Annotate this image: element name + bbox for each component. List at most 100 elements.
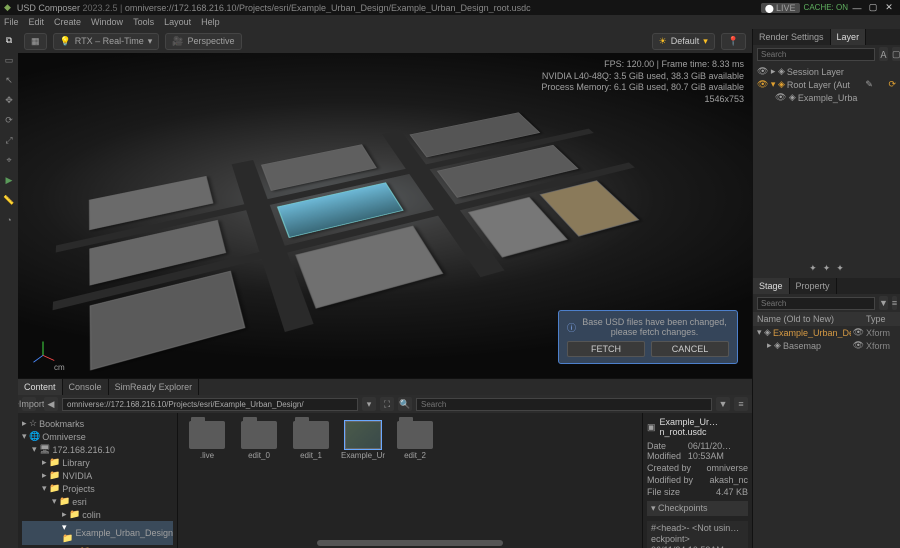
title-bar: ◆ USD Composer 2023.2.5 | omniverse://17… [0, 0, 900, 15]
tab-render-settings[interactable]: Render Settings [753, 29, 831, 45]
menu-file[interactable]: File [4, 17, 19, 27]
browser-filter-button[interactable]: ▼ [716, 397, 730, 411]
tree-omniverse[interactable]: ▾ 🌐 Omniverse [22, 430, 173, 443]
viewport-toolbar: ▦ 💡 RTX – Real-Time ▾ 🎥 Perspective ☀ De… [18, 29, 752, 53]
fetch-toast: ⓘBase USD files have been changed, pleas… [558, 310, 738, 364]
thumb-usd-root[interactable]: Example_Urban_….usdc [342, 421, 384, 461]
tab-console[interactable]: Console [63, 379, 109, 395]
tab-content[interactable]: Content [18, 379, 63, 395]
thumb-scrollbar[interactable] [317, 540, 503, 546]
tool-play[interactable]: ▶ [2, 173, 16, 187]
stage-search-input[interactable] [757, 297, 875, 310]
info-icon: ⓘ [567, 321, 576, 334]
tab-property[interactable]: Property [790, 278, 837, 294]
details-filename: Example_Ur…n_root.usdc [660, 417, 748, 437]
reload-icon[interactable]: ⟳ [888, 79, 896, 90]
menu-edit[interactable]: Edit [29, 17, 45, 27]
layer-session[interactable]: 👁 ▸ ◈ Session Layer [757, 65, 896, 78]
tab-stage[interactable]: Stage [753, 278, 790, 294]
thumb-live[interactable]: .live [186, 421, 228, 461]
checkbox-icon[interactable]: ▣ [647, 422, 656, 433]
detail-created: Created byomniverse [647, 463, 748, 473]
search-icon: 🔍 [398, 397, 412, 411]
tool-navigate[interactable]: ⧉ [2, 33, 16, 47]
cancel-button[interactable]: CANCEL [651, 341, 729, 357]
menu-bar: File Edit Create Window Tools Layout Hel… [0, 15, 900, 29]
filter-button[interactable]: ▾ [362, 397, 376, 411]
browser-search-input[interactable] [416, 398, 712, 411]
stage-row-basemap[interactable]: ▸ ◈Basemap 👁 Xform [753, 339, 900, 352]
nav-back-button[interactable]: ◀ [44, 397, 58, 411]
menu-window[interactable]: Window [91, 17, 123, 27]
menu-help[interactable]: Help [201, 17, 220, 27]
gizmo-icon-3[interactable]: ✦ [836, 263, 844, 274]
browser-tree: ▸ ☆ Bookmarks ▾ 🌐 Omniverse ▾ 🖥 172.168.… [18, 413, 178, 548]
window-title: USD Composer 2023.2.5 | omniverse://172.… [17, 3, 761, 13]
render-mode-button[interactable]: 💡 RTX – Real-Time ▾ [53, 33, 160, 50]
stage-header: Name (Old to New)Type [753, 312, 900, 326]
app-icon: ◆ [4, 2, 11, 13]
stage-menu-icon[interactable]: ≡ [892, 296, 897, 310]
thumb-edit0[interactable]: edit_0 [238, 421, 280, 461]
detail-size: File size4.47 KB [647, 487, 748, 497]
browser-tabs: Content Console SimReady Explorer [18, 379, 752, 395]
layer-view1-icon[interactable]: ▢ [892, 47, 900, 61]
tool-rotate[interactable]: ⟳ [2, 113, 16, 127]
eye-icon[interactable]: 👁 [853, 340, 864, 351]
stage-filter-icon[interactable]: ▼ [879, 296, 888, 310]
layer-child[interactable]: 👁 ◈ Example_Urba [757, 91, 896, 104]
camera-button[interactable]: 🎥 Perspective [165, 33, 241, 50]
tab-layer[interactable]: Layer [831, 29, 867, 45]
viewport-3d[interactable]: FPS: 120.00 | Frame time: 8.33 ms NVIDIA… [18, 53, 752, 378]
viewport-layout-button[interactable]: ▦ [24, 33, 47, 50]
fetch-button[interactable]: FETCH [567, 341, 645, 357]
maximize-button[interactable]: ▢ [866, 2, 880, 14]
tool-move[interactable]: ✥ [2, 93, 16, 107]
layer-filter-icon[interactable]: Ａ [879, 47, 888, 61]
checkpoint-0[interactable]: #<head>- <Not usin…eckpoint> 06/11/24 10… [647, 521, 748, 548]
tool-select[interactable]: ▭ [2, 53, 16, 67]
browser-menu-button[interactable]: ≡ [734, 397, 748, 411]
options-button[interactable]: ⛶ [380, 397, 394, 411]
tool-snap[interactable]: ⌖ [2, 153, 16, 167]
tree-esri[interactable]: ▾ 📁 esri [22, 495, 173, 508]
menu-create[interactable]: Create [54, 17, 81, 27]
minimize-button[interactable]: — [850, 2, 864, 14]
layer-search-input[interactable] [757, 48, 875, 61]
tree-nvidia[interactable]: ▸ 📁 NVIDIA [22, 469, 173, 482]
layer-root[interactable]: 👁 ▾ ◈ Root Layer (Aut ✎ ⟳ [757, 78, 896, 91]
tool-measure[interactable]: 📏 [2, 193, 16, 207]
menu-tools[interactable]: Tools [133, 17, 154, 27]
tree-bookmarks[interactable]: ▸ ☆ Bookmarks [22, 417, 173, 430]
location-button[interactable]: 📍 [721, 33, 746, 50]
tool-cursor[interactable]: ↖ [2, 73, 16, 87]
file-details: ▣ Example_Ur…n_root.usdc Date Modified06… [642, 413, 752, 548]
tree-library[interactable]: ▸ 📁 Library [22, 456, 173, 469]
tree-host[interactable]: ▾ 🖥 172.168.216.10 [22, 443, 173, 456]
tool-anim[interactable]: ◔ [2, 213, 16, 227]
thumb-edit1[interactable]: edit_1 [290, 421, 332, 461]
path-input[interactable] [62, 398, 358, 411]
menu-layout[interactable]: Layout [164, 17, 191, 27]
lighting-button[interactable]: ☀ Default ▾ [652, 33, 715, 50]
axis-gizmo[interactable] [28, 338, 58, 364]
viewport-unit: cm [54, 363, 65, 372]
tree-colin[interactable]: ▸ 📁 colin [22, 508, 173, 521]
tool-scale[interactable]: ⤢ [2, 133, 16, 147]
close-button[interactable]: ✕ [882, 2, 896, 14]
checkpoints-header[interactable]: ▾ Checkpoints [647, 501, 748, 516]
tool-strip: ⧉ ▭ ↖ ✥ ⟳ ⤢ ⌖ ▶ 📏 ◔ [0, 29, 18, 548]
viewport-column: ▦ 💡 RTX – Real-Time ▾ 🎥 Perspective ☀ De… [18, 29, 752, 548]
tab-simready[interactable]: SimReady Explorer [109, 379, 200, 395]
detail-date: Date Modified06/11/20… 10:53AM [647, 441, 748, 461]
stage-row-root[interactable]: ▾ ◈Example_Urban_Design 👁 Xform [753, 326, 900, 339]
eye-icon[interactable]: 👁 [853, 327, 864, 338]
cache-status: CACHE: ON [804, 3, 848, 12]
thumb-edit2[interactable]: edit_2 [394, 421, 436, 461]
live-badge[interactable]: ⬤ LIVE [761, 3, 800, 13]
gizmo-icon-1[interactable]: ✦ [809, 263, 817, 274]
tree-selected-folder[interactable]: ▾ 📁 Example_Urban_Design [22, 521, 173, 545]
import-button[interactable]: + Import [22, 397, 36, 411]
tree-projects[interactable]: ▾ 📁 Projects [22, 482, 173, 495]
gizmo-icon-2[interactable]: ✦ [823, 263, 831, 274]
